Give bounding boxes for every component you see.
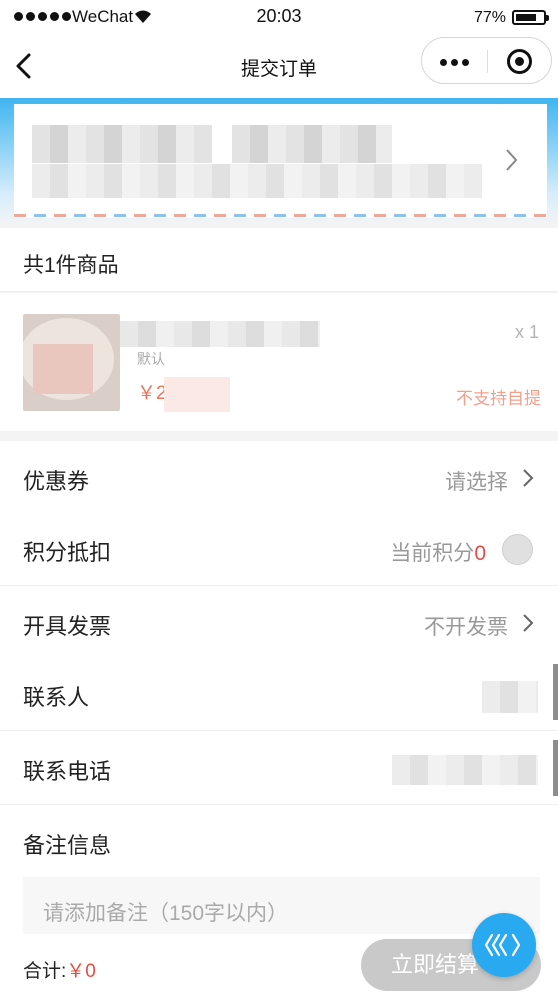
total-label: 合计: (23, 961, 67, 982)
battery-icon (512, 10, 549, 25)
chevron-right-icon (523, 469, 534, 487)
points-label: 积分抵扣 (23, 540, 112, 565)
phone-label: 联系电话 (23, 759, 112, 784)
chevron-right-icon (523, 614, 534, 632)
pickup-note: 不支持自提 (456, 389, 541, 408)
nav-bar: 提交订单 (0, 36, 558, 98)
points-row: 积分抵扣 当前积分0 (0, 512, 558, 586)
phone-row[interactable]: 联系电话 (0, 731, 558, 805)
product-image (23, 314, 120, 411)
customer-service-button[interactable] (472, 913, 536, 977)
coupon-row[interactable]: 优惠券 请选择 (0, 441, 558, 515)
total-amount: 合计:￥0 (23, 956, 96, 983)
goods-item: x 1 默认 ￥2 不支持自提 (0, 293, 558, 431)
address-divider-stripe (14, 214, 547, 217)
price-redacted (164, 377, 230, 412)
invoice-row[interactable]: 开具发票 不开发票 (0, 586, 558, 660)
close-circle-icon[interactable] (507, 49, 532, 74)
points-toggle[interactable] (502, 534, 533, 565)
contact-row[interactable]: 联系人 (0, 657, 558, 731)
contact-value-redacted (482, 681, 538, 713)
phone-value-redacted (392, 755, 538, 785)
scroll-indicator (553, 740, 558, 796)
invoice-label: 开具发票 (23, 614, 112, 639)
address-card[interactable] (14, 104, 547, 218)
points-value: 当前积分0 (390, 537, 486, 567)
invoice-value: 不开发票 (424, 616, 508, 639)
address-chevron-icon (506, 149, 518, 171)
total-value: ￥0 (66, 961, 96, 982)
miniapp-capsule (421, 37, 552, 84)
product-quantity: x 1 (514, 322, 539, 342)
battery-percent: 77% (474, 9, 507, 26)
coupon-value: 请选择 (445, 471, 508, 494)
points-number: 0 (474, 542, 486, 565)
address-name-redacted (32, 125, 212, 163)
product-price: ￥2 (137, 383, 167, 404)
service-waves-icon (484, 933, 521, 957)
address-phone-redacted (232, 125, 392, 163)
scroll-indicator (553, 664, 558, 720)
address-detail-redacted (32, 164, 482, 198)
remark-label: 备注信息 (23, 833, 112, 858)
capsule-divider (487, 50, 488, 73)
more-dots-icon[interactable] (440, 59, 469, 66)
product-spec: 默认 (137, 351, 165, 367)
status-bar: WeChat 20:03 77% (0, 0, 558, 36)
product-name-redacted (120, 321, 320, 347)
contact-label: 联系人 (23, 685, 90, 710)
coupon-label: 优惠券 (23, 469, 90, 494)
points-value-prefix: 当前积分 (390, 542, 475, 565)
goods-count: 共1件商品 (23, 254, 119, 277)
goods-header: 共1件商品 (0, 228, 558, 292)
remark-placeholder: 请添加备注（150字以内） (43, 902, 289, 925)
